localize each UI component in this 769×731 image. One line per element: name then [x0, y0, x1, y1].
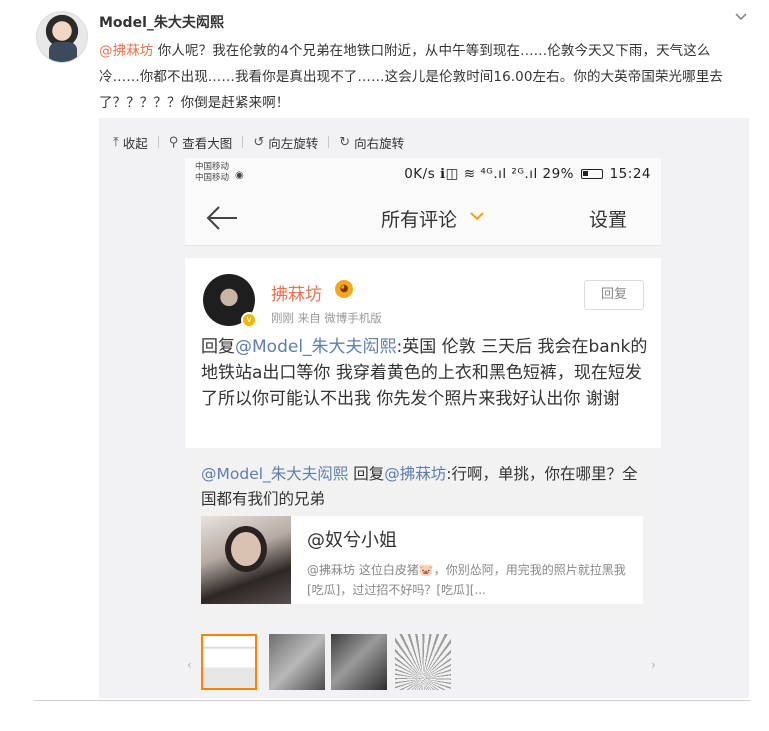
carrier-2: 中国移动	[195, 173, 230, 183]
status-right: 0K/s ℹ◫ ≋ ⁴ᴳ.ıl ²ᴳ.ıl 29% 15:24	[404, 166, 651, 182]
collapse-label: 收起	[122, 135, 148, 151]
battery-icon	[580, 169, 603, 179]
phone-screenshot[interactable]: 中国移动 中国移动 ◉ 0K/s ℹ◫ ≋ ⁴ᴳ.ıl ²ᴳ.ıl 29% 15…	[185, 158, 661, 624]
nav-title[interactable]: 所有评论	[381, 205, 457, 232]
verified-badge-icon: v	[241, 312, 257, 328]
search-icon: ⚲	[168, 134, 179, 150]
commenter-name[interactable]: 拂菻坊	[271, 280, 322, 305]
collapse-icon: ⤒	[113, 134, 119, 150]
toolbar-divider	[157, 136, 159, 148]
toolbar-divider	[328, 136, 330, 148]
carrier-1: 中国移动	[195, 162, 230, 172]
weibo-icon: ◉	[235, 170, 244, 181]
rotate-right-icon: ↻	[339, 134, 351, 150]
clock: 15:24	[609, 166, 651, 182]
phone-nav-bar: 所有评论 设置	[185, 190, 661, 246]
thumbnail-1[interactable]	[201, 634, 257, 690]
reply-text: @Model_朱大夫闳熙 回复@拂菻坊:行啊，单挑，你在哪里？全国都有我们的兄弟	[201, 462, 651, 512]
reply-mid: 回复	[348, 465, 385, 483]
view-large-button[interactable]: ⚲ 查看大图	[169, 133, 233, 152]
reply-mention-1[interactable]: @Model_朱大夫闳熙	[201, 465, 348, 483]
author-avatar[interactable]	[36, 11, 88, 63]
reply-button[interactable]: 回复	[584, 280, 644, 310]
signal-text: ⁴ᴳ.ıl ²ᴳ.ıl 29%	[480, 166, 574, 182]
quoted-card[interactable]: @奴兮小姐 @拂菻坊 这位白皮猪🐷，你别怂阿，用完我的照片就拉黑我[吃瓜]，过过…	[201, 516, 643, 604]
quoted-description: @拂菻坊 这位白皮猪🐷，你别怂阿，用完我的照片就拉黑我[吃瓜]，过过招不好吗？[…	[307, 563, 626, 597]
rotate-right-label: 向右旋转	[354, 135, 405, 151]
view-large-label: 查看大图	[182, 135, 233, 151]
quoted-title: @奴兮小姐	[307, 530, 397, 551]
chevron-down-icon[interactable]	[469, 208, 485, 224]
rotate-left-label: 向左旋转	[268, 135, 319, 151]
quoted-thumbnail	[201, 516, 291, 604]
chevron-down-icon[interactable]	[733, 8, 749, 24]
settings-link[interactable]: 设置	[589, 205, 627, 232]
strip-next-icon[interactable]: ›	[651, 658, 656, 672]
thumbnail-2[interactable]	[269, 634, 325, 690]
author-name[interactable]: Model_朱大夫闳熙	[99, 12, 224, 32]
comment-body: 回复@Model_朱大夫闳熙:英国 伦敦 三天后 我会在bank的地铁站a出口等…	[201, 334, 651, 412]
weibo-post: Model_朱大夫闳熙 @拂菻坊 你人呢？我在伦敦的4个兄弟在地铁口附近，从中午…	[0, 0, 769, 731]
rotate-left-icon: ↺	[253, 134, 265, 150]
rotate-left-button[interactable]: ↺ 向左旋转	[253, 133, 318, 152]
thumbnail-4[interactable]	[395, 634, 451, 690]
thumbnail-strip: ‹ ›	[99, 632, 749, 694]
strip-prev-icon[interactable]: ‹	[187, 658, 192, 672]
comment-prefix: 回复	[201, 337, 235, 357]
comment-meta: 刚刚 来自 微博手机版	[271, 311, 382, 325]
expanded-media: ⤒ 收起 ⚲ 查看大图 ↺ 向左旋转 ↻ 向右旋转 中国移动 中国移动 ◉ 0K…	[99, 118, 749, 698]
membership-icon: ◕	[335, 280, 353, 298]
post-text: @拂菻坊 你人呢？我在伦敦的4个兄弟在地铁口附近，从中午等到现在……伦敦今天又下…	[99, 38, 749, 116]
rotate-right-button[interactable]: ↻ 向右旋转	[339, 133, 404, 152]
wifi-icon: ≋	[463, 166, 476, 182]
post-body: 你人呢？我在伦敦的4个兄弟在地铁口附近，从中午等到现在……伦敦今天又下雨，天气这…	[99, 43, 723, 111]
comment-mention[interactable]: @Model_朱大夫闳熙	[235, 337, 397, 357]
toolbar-divider	[242, 136, 244, 148]
reply-mention-2[interactable]: @拂菻坊	[384, 465, 446, 483]
back-arrow-icon[interactable]	[205, 202, 239, 234]
post-divider	[34, 700, 750, 701]
reply-block: @Model_朱大夫闳熙 回复@拂菻坊:行啊，单挑，你在哪里？全国都有我们的兄弟…	[185, 456, 661, 614]
comment-card: v 拂菻坊 ◕ 刚刚 来自 微博手机版 回复 回复@Model_朱大夫闳熙:英国…	[185, 258, 661, 448]
post-mention[interactable]: @拂菻坊	[99, 43, 153, 59]
collapse-button[interactable]: ⤒ 收起	[113, 133, 148, 152]
carrier-labels: 中国移动 中国移动	[195, 162, 229, 184]
media-toolbar: ⤒ 收起 ⚲ 查看大图 ↺ 向左旋转 ↻ 向右旋转	[113, 132, 404, 152]
phone-status-bar: 中国移动 中国移动 ◉ 0K/s ℹ◫ ≋ ⁴ᴳ.ıl ²ᴳ.ıl 29% 15…	[185, 158, 661, 190]
thumbnail-3[interactable]	[331, 634, 387, 690]
network-speed: 0K/s ℹ◫	[404, 166, 464, 182]
